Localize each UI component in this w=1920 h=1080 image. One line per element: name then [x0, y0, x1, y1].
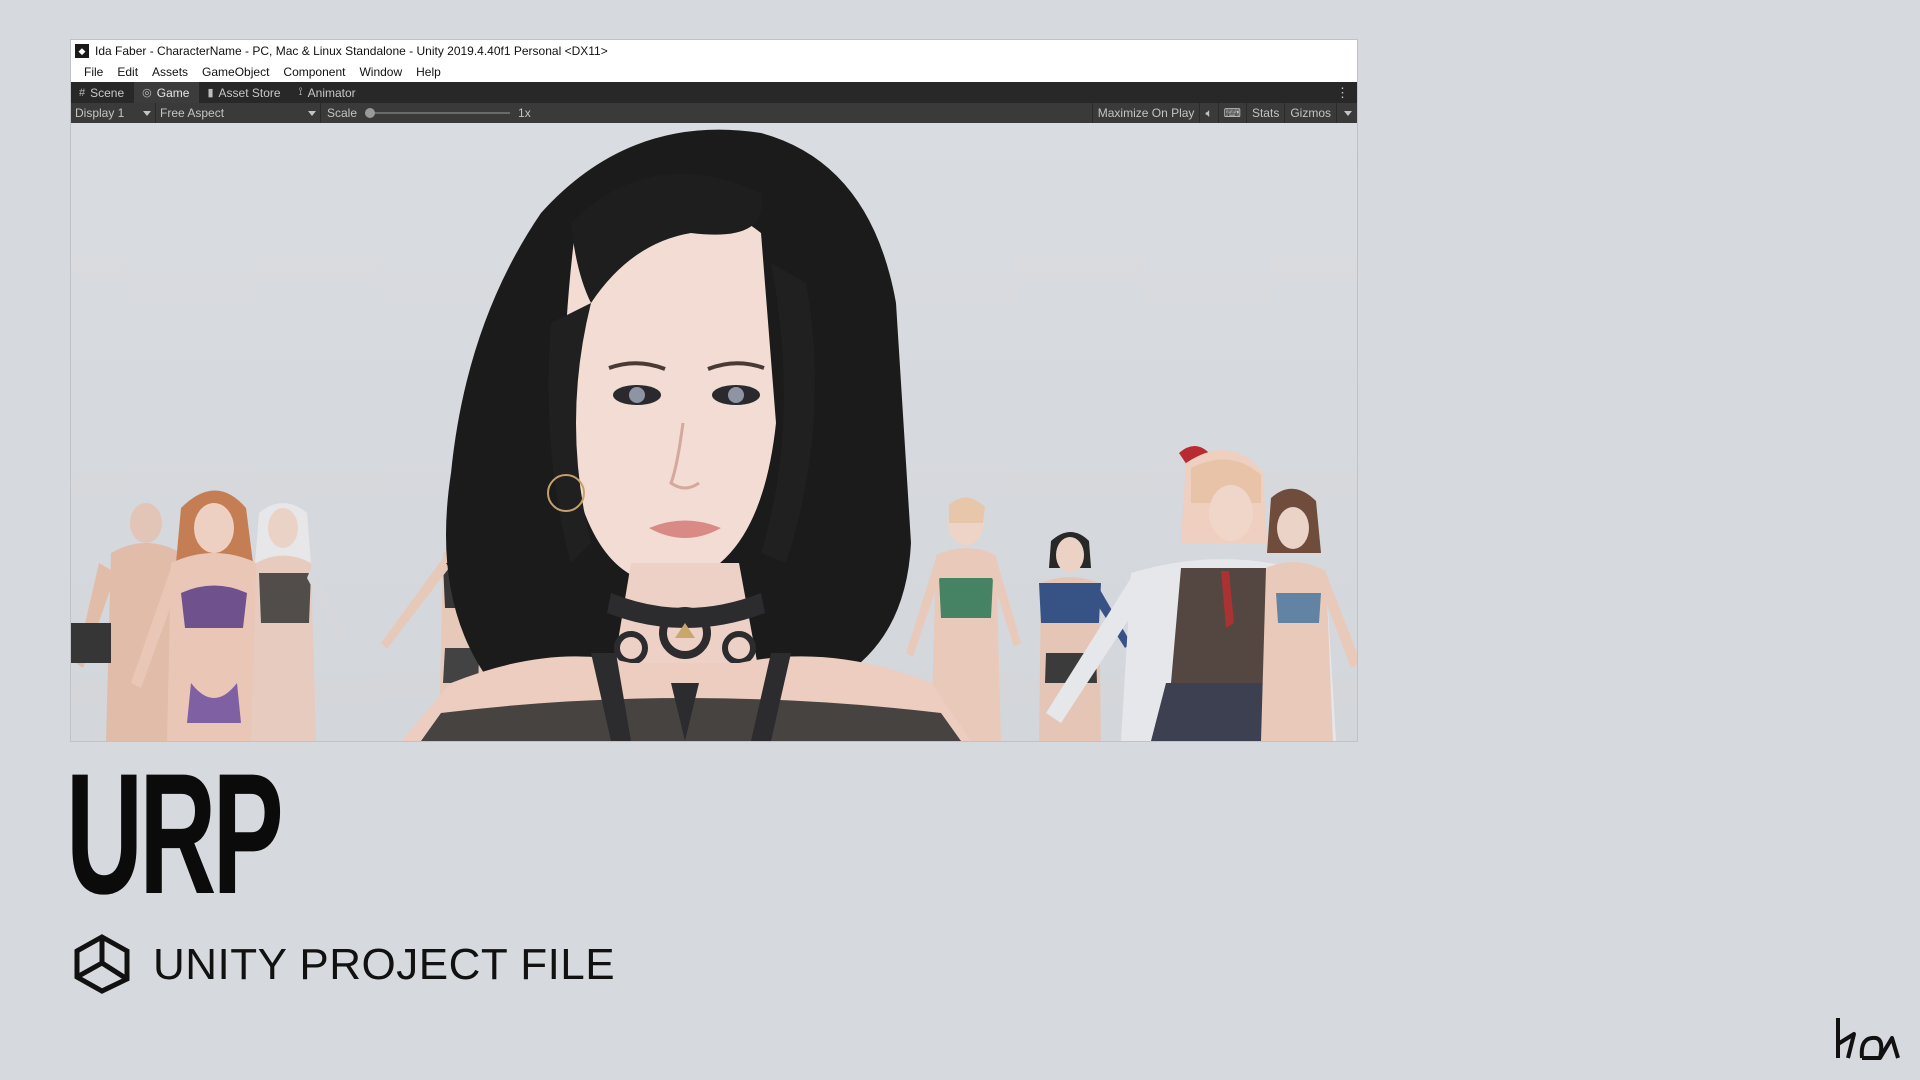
animator-icon: ⟟ [298, 86, 303, 98]
chevron-down-icon [143, 110, 151, 116]
character-right-blue-bikini [1261, 488, 1357, 741]
tab-game[interactable]: ◎ Game [134, 82, 200, 103]
chevron-down-icon [1344, 110, 1352, 116]
menu-help[interactable]: Help [409, 65, 448, 79]
scale-value: 1x [518, 106, 531, 120]
menu-gameobject[interactable]: GameObject [195, 65, 276, 79]
character-lineup-illustration [71, 129, 1357, 741]
unity-app-icon: ◆ [75, 44, 89, 58]
scale-slider[interactable] [365, 108, 511, 118]
menu-file[interactable]: File [77, 65, 110, 79]
unity-logo-icon [71, 933, 133, 995]
aspect-dropdown[interactable]: Free Aspect [156, 103, 321, 123]
aspect-dropdown-label: Free Aspect [160, 106, 225, 120]
keyboard-icon: ⌨︎ [1223, 106, 1241, 120]
tab-animator[interactable]: ⟟ Animator [291, 82, 366, 103]
display-dropdown-label: Display 1 [75, 106, 125, 120]
subtitle: UNITY PROJECT FILE [153, 940, 616, 989]
scale-label: Scale [327, 106, 358, 120]
scale-slider-handle[interactable] [365, 108, 376, 118]
bag-icon: ▮ [207, 87, 214, 99]
menu-component[interactable]: Component [276, 65, 352, 79]
tab-scene[interactable]: # Scene [71, 82, 134, 103]
urp-title: URP [66, 738, 284, 930]
scale-control: Scale 1x [321, 103, 537, 123]
game-toolbar: Display 1 Free Aspect Scale 1x Maximize … [71, 103, 1357, 124]
gamepad-icon: ◎ [142, 87, 152, 99]
game-view-render[interactable] [71, 123, 1357, 741]
window-title: Ida Faber - CharacterName - PC, Mac & Li… [95, 44, 608, 58]
menu-assets[interactable]: Assets [145, 65, 195, 79]
grid-icon: # [79, 86, 86, 99]
tab-animator-label: Animator [307, 85, 356, 100]
brand-logo-icon [1834, 1014, 1902, 1062]
unity-editor-window: ◆ Ida Faber - CharacterName - PC, Mac & … [71, 40, 1357, 741]
menu-window[interactable]: Window [352, 65, 409, 79]
toolbar-right: Maximize On Play 🔈︎ ⌨︎ Stats Gizmos [1091, 103, 1357, 123]
chevron-down-icon [308, 110, 316, 116]
gizmos-dropdown[interactable] [1336, 103, 1357, 123]
menu-edit[interactable]: Edit [110, 65, 145, 79]
tab-asset-store-label: Asset Store [218, 85, 281, 100]
maximize-on-play-button[interactable]: Maximize On Play [1091, 103, 1200, 123]
tab-bar: # Scene ◎ Game ▮ Asset Store ⟟ Animator … [71, 82, 1357, 103]
character-left-white-hair [251, 503, 346, 741]
display-dropdown[interactable]: Display 1 [71, 103, 156, 123]
menu-bar: File Edit Assets GameObject Component Wi… [71, 62, 1357, 82]
keyboard-shortcuts-button[interactable]: ⌨︎ [1217, 103, 1246, 123]
tab-asset-store[interactable]: ▮ Asset Store [199, 82, 290, 103]
title-bar: ◆ Ida Faber - CharacterName - PC, Mac & … [71, 40, 1357, 62]
gizmos-button[interactable]: Gizmos [1284, 103, 1336, 123]
tab-game-label: Game [156, 85, 190, 100]
stats-button[interactable]: Stats [1245, 103, 1284, 123]
speaker-icon: 🔈︎ [1205, 105, 1213, 120]
mute-audio-button[interactable]: 🔈︎ [1199, 103, 1217, 123]
main-character [401, 129, 971, 741]
tab-scene-label: Scene [90, 85, 125, 100]
more-options-icon[interactable]: ⋮ [1336, 82, 1349, 103]
